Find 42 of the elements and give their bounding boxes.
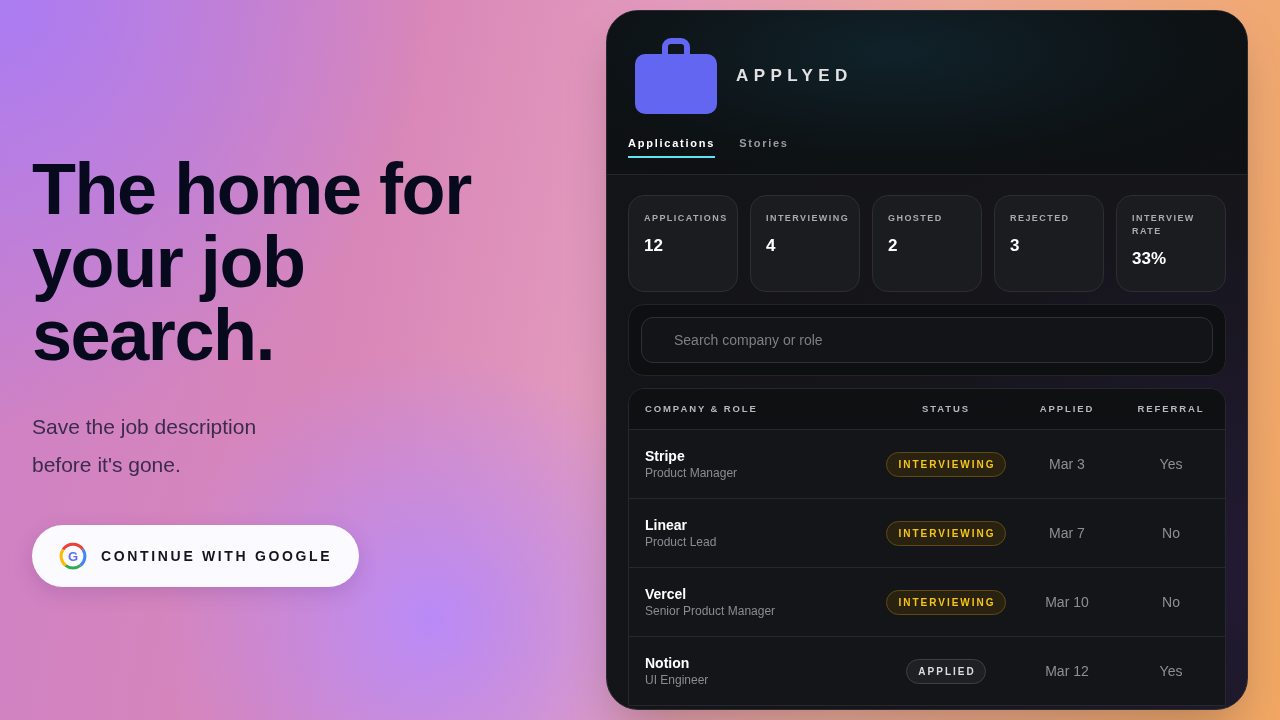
referral-value: No bbox=[1162, 523, 1180, 543]
status-badge: APPLIED bbox=[906, 658, 986, 684]
subtitle: Save the job description before it's gone. bbox=[32, 414, 258, 478]
stat-value: 2 bbox=[888, 236, 899, 256]
stat-label: GHOSTED bbox=[888, 212, 944, 225]
applied-date: Mar 12 bbox=[1045, 661, 1089, 681]
headline: The home for your job search. bbox=[32, 153, 473, 372]
tab[interactable]: Applications bbox=[628, 136, 716, 158]
company-name: Linear bbox=[645, 516, 688, 534]
google-sign-in-button[interactable]: G CONTINUE WITH GOOGLE bbox=[32, 525, 359, 587]
tab[interactable]: Stories bbox=[739, 136, 789, 158]
stat-value: 4 bbox=[766, 236, 777, 256]
stat-label: INTERVIEW RATE bbox=[1132, 212, 1196, 238]
search-field[interactable]: Search company or role bbox=[641, 317, 1213, 363]
job-role: Product Lead bbox=[645, 533, 718, 550]
applied-date: Mar 3 bbox=[1049, 454, 1085, 474]
job-role: Senior Product Manager bbox=[645, 602, 777, 619]
status-badge: INTERVIEWING bbox=[886, 451, 1006, 477]
applied-date: Mar 7 bbox=[1049, 523, 1085, 543]
column-header: STATUS bbox=[921, 401, 971, 416]
company-name: Vercel bbox=[645, 585, 688, 603]
column-header: REFERRAL bbox=[1136, 401, 1206, 416]
status-badge: INTERVIEWING bbox=[886, 520, 1006, 546]
job-role: UI Engineer bbox=[645, 671, 710, 688]
briefcase-icon bbox=[635, 38, 717, 114]
stat-value: 3 bbox=[1010, 236, 1021, 256]
app-title: APPLYED bbox=[736, 65, 853, 88]
stat-value: 33% bbox=[1132, 249, 1168, 269]
company-name: Stripe bbox=[645, 447, 686, 465]
column-header: APPLIED bbox=[1038, 401, 1096, 416]
stat-label: APPLICATIONS bbox=[644, 212, 729, 225]
company-name: Notion bbox=[645, 654, 691, 672]
stat-label: REJECTED bbox=[1010, 212, 1071, 225]
applied-date: Mar 10 bbox=[1045, 592, 1089, 612]
column-header: COMPANY & ROLE bbox=[644, 401, 759, 416]
job-role: Product Manager bbox=[645, 464, 739, 481]
stat-value: 12 bbox=[644, 236, 664, 256]
stat-label: INTERVIEWING bbox=[766, 212, 851, 225]
referral-value: Yes bbox=[1159, 661, 1183, 681]
status-badge: INTERVIEWING bbox=[886, 589, 1006, 615]
referral-value: No bbox=[1162, 592, 1180, 612]
referral-value: Yes bbox=[1159, 454, 1183, 474]
